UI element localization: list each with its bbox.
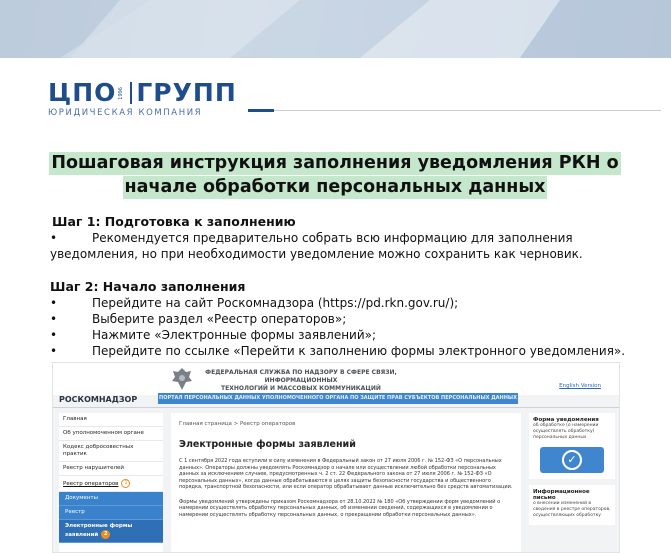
list-item: • Перейдите на сайт Роскомнадзора (https… [50, 295, 650, 311]
rkn-portal-screenshot: ФЕДЕРАЛЬНАЯ СЛУЖБА ПО НАДЗОРУ В СФЕРЕ СВ… [52, 362, 620, 553]
bullet-icon: • [50, 296, 58, 310]
site-divider [53, 407, 619, 408]
list-item: • Выберите раздел «Реестр операторов»; [50, 311, 650, 327]
site-agency-name: ФЕДЕРАЛЬНАЯ СЛУЖБА ПО НАДЗОРУ В СФЕРЕ СВ… [201, 369, 401, 393]
sidebar-subitem-registry[interactable]: Реестр [59, 506, 163, 520]
step-badge-1: 1 [121, 479, 131, 488]
header-rule-accent [248, 109, 274, 112]
sidebar-subitem-forms-label: Электронные формы заявлений [65, 523, 133, 538]
logo-divider [130, 82, 133, 104]
card-text: о внесении изменений в сведения в реестр… [533, 501, 611, 518]
sidebar-item-code[interactable]: Кодекс добросовестных практик [59, 441, 163, 462]
step-1-text: Рекомендуется предварительно собрать всю… [92, 231, 573, 245]
step-2-item-3: Нажмите «Электронные формы заявлений»; [92, 328, 377, 342]
bullet-icon: • [50, 312, 58, 326]
site-brand[interactable]: РОСКОМНАДЗОР [59, 395, 137, 404]
sidebar-item-about[interactable]: Об уполномоченном органе [59, 427, 163, 441]
page-title: Пошаговая инструкция заполнения уведомле… [30, 152, 640, 200]
info-letter-card[interactable]: Информационное письмо о внесении изменен… [529, 485, 615, 525]
logo-main-right: ГРУПП [136, 78, 237, 107]
sidebar-subitem-documents[interactable]: Документы [59, 492, 163, 506]
site-right-column: Форма уведомления об обработке (о намере… [529, 413, 615, 531]
english-version-link[interactable]: English Version [559, 383, 601, 389]
site-sidebar: Главная Об уполномоченном органе Кодекс … [59, 413, 163, 552]
instructions: Шаг 1: Подготовка к заполнению • Рекомен… [50, 214, 650, 359]
check-icon: ✓ [562, 450, 582, 470]
coat-of-arms-icon [172, 368, 192, 390]
panel-paragraph-2: Формы уведомлений утверждены приказом Ро… [179, 498, 501, 518]
site-main-panel: Главная страница > Реестр операторов Эле… [171, 413, 521, 552]
notification-form-card[interactable]: Форма уведомления об обработке (о намере… [529, 413, 615, 479]
panel-paragraph-1: С 1 сентября 2022 года вступили в силу и… [179, 458, 513, 490]
card-title: Информационное письмо [533, 489, 590, 501]
sidebar-item-operators[interactable]: Реестр операторов 1 [59, 476, 163, 492]
list-item: • Рекомендуется предварительно собрать в… [50, 230, 650, 246]
step-2-item-2: Выберите раздел «Реестр операторов»; [92, 312, 347, 326]
panel-heading: Электронные формы заявлений [179, 439, 356, 450]
open-form-button[interactable]: ✓ [540, 447, 604, 473]
site-header: ФЕДЕРАЛЬНАЯ СЛУЖБА ПО НАДЗОРУ В СФЕРЕ СВ… [53, 363, 619, 395]
sidebar-subitem-forms[interactable]: Электронные формы заявлений 2 [59, 520, 163, 543]
breadcrumb[interactable]: Главная страница > Реестр операторов [179, 421, 513, 427]
site-agency-line-1: ФЕДЕРАЛЬНАЯ СЛУЖБА ПО НАДЗОРУ В СФЕРЕ СВ… [205, 369, 397, 384]
company-logo: ЦПО 1996 ГРУПП ЮРИДИЧЕСКАЯ КОМПАНИЯ [48, 78, 237, 119]
step-1-text-continued: уведомления, но при необходимости уведом… [50, 247, 583, 261]
page-title-line-1: Пошаговая инструкция заполнения уведомле… [49, 152, 621, 175]
list-item: • Нажмите «Электронные формы заявлений»; [50, 327, 650, 343]
bullet-icon: • [50, 231, 58, 245]
step-2-item-1: Перейдите на сайт Роскомнадзора (https:/… [92, 296, 459, 310]
header-background [0, 0, 671, 58]
sidebar-item-home[interactable]: Главная [59, 413, 163, 427]
page-title-line-2: начале обработки персональных данных [122, 176, 548, 199]
step-2-title: Шаг 2: Начало заполнения [50, 279, 246, 294]
site-agency-line-2: ТЕХНОЛОГИЙ И МАССОВЫХ КОММУНИКАЦИЙ [221, 385, 381, 392]
list-item: • Перейдите по ссылке «Перейти к заполне… [50, 343, 650, 359]
site-portal-banner: ПОРТАЛ ПЕРСОНАЛЬНЫХ ДАННЫХ УПОЛНОМОЧЕННО… [158, 393, 518, 404]
logo-subtitle: ЮРИДИЧЕСКАЯ КОМПАНИЯ [48, 108, 203, 118]
bullet-icon: • [50, 344, 58, 358]
logo-since: 1996 [118, 86, 125, 100]
step-badge-2: 2 [101, 530, 111, 539]
step-1-title: Шаг 1: Подготовка к заполнению [52, 214, 296, 229]
bullet-icon: • [50, 328, 58, 342]
step-2-item-4: Перейдите по ссылке «Перейти к заполнени… [92, 344, 626, 358]
logo-main-left: ЦПО [48, 78, 117, 107]
card-text: об обработке (о намерении осуществлять о… [533, 423, 599, 440]
header-rule [248, 110, 661, 111]
sidebar-item-violators[interactable]: Реестр нарушителей [59, 462, 163, 476]
sidebar-item-operators-label: Реестр операторов [63, 481, 119, 487]
